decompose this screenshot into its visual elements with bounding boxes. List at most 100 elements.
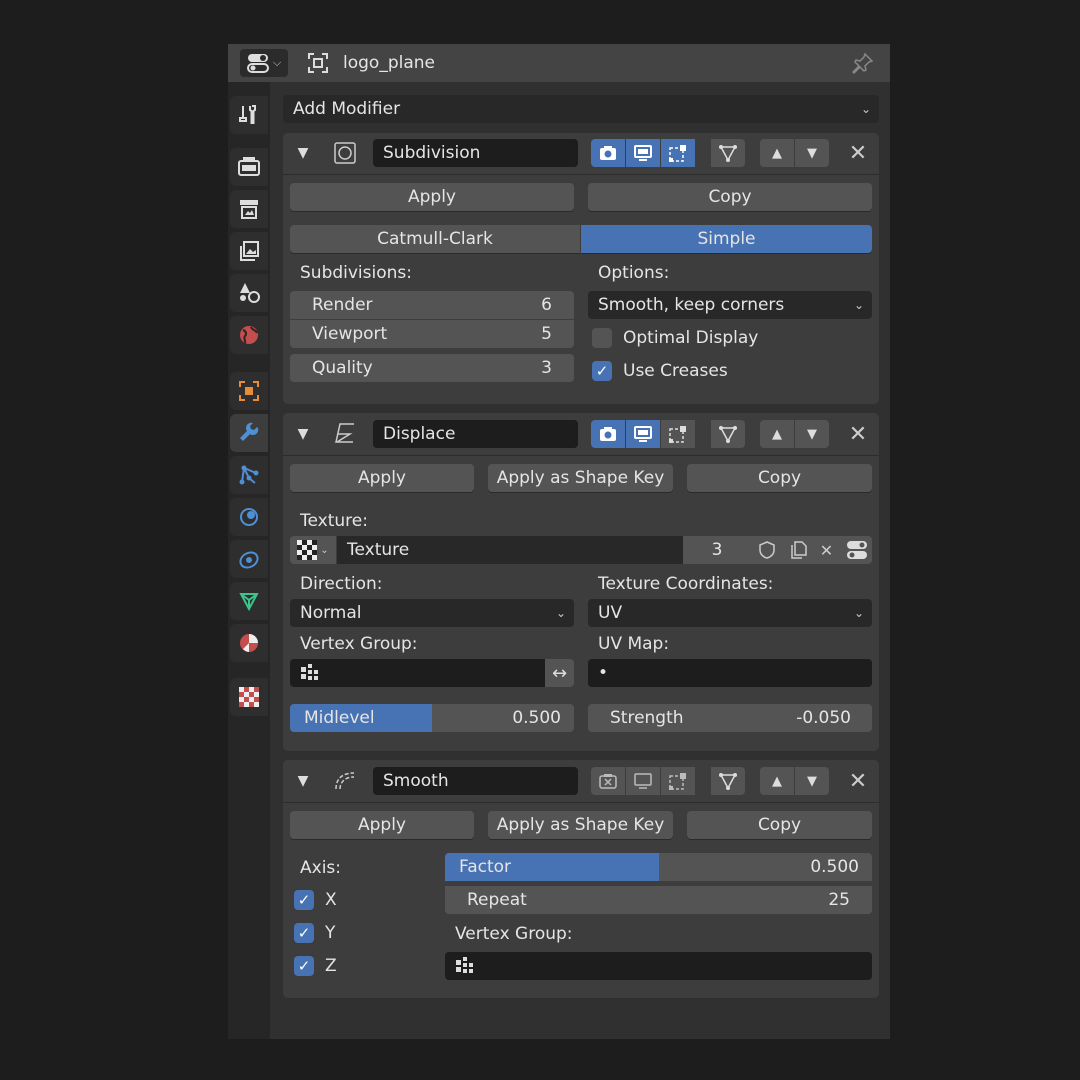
render-toggle[interactable] <box>591 420 625 448</box>
apply-button[interactable]: Apply <box>290 464 474 492</box>
tab-world[interactable] <box>230 316 268 354</box>
move-down-button[interactable]: ▼ <box>795 139 829 167</box>
render-toggle[interactable] <box>591 767 625 795</box>
midlevel-slider[interactable]: Midlevel 0.500 <box>290 704 574 732</box>
cage-toggle[interactable] <box>711 420 745 448</box>
editor-type-button[interactable]: ⌵ <box>240 49 288 77</box>
viewport-toggle[interactable] <box>626 420 660 448</box>
use-creases-label: Use Creases <box>623 361 728 381</box>
edit-mode-toggle[interactable] <box>661 420 695 448</box>
copy-button[interactable]: Copy <box>687 464 872 492</box>
texture-name-field[interactable]: Texture <box>337 536 683 564</box>
add-modifier-dropdown[interactable]: Add Modifier ⌄ <box>283 95 879 123</box>
strength-value: -0.050 <box>796 708 851 728</box>
texture-users-count[interactable]: 3 <box>683 536 751 564</box>
direction-dropdown[interactable]: Normal ⌄ <box>290 599 574 627</box>
axis-y-checkbox[interactable]: ✓ <box>294 923 314 943</box>
strength-field[interactable]: Strength -0.050 <box>588 704 872 732</box>
close-icon[interactable]: ✕ <box>847 769 869 794</box>
axis-z-checkbox[interactable]: ✓ <box>294 956 314 976</box>
texture-properties-button[interactable] <box>841 536 872 564</box>
edit-mode-toggle[interactable] <box>661 767 695 795</box>
viewport-toggle[interactable] <box>626 139 660 167</box>
collapse-arrow-icon[interactable]: ▼ <box>296 145 310 161</box>
options-label: Options: <box>598 263 670 283</box>
texture-coordinates-dropdown[interactable]: UV ⌄ <box>588 599 872 627</box>
tab-particles[interactable] <box>230 456 268 494</box>
move-down-button[interactable]: ▼ <box>795 420 829 448</box>
apply-button[interactable]: Apply <box>290 811 474 839</box>
new-texture-button[interactable] <box>783 536 812 564</box>
displace-modifier-icon <box>334 423 354 443</box>
cage-toggle[interactable] <box>711 767 745 795</box>
invert-vertex-group-button[interactable]: ↔ <box>545 659 574 687</box>
move-up-button[interactable]: ▲ <box>760 420 794 448</box>
simple-tab[interactable]: Simple <box>581 225 872 253</box>
pin-icon[interactable] <box>852 52 874 74</box>
uv-map-field[interactable]: • <box>588 659 872 687</box>
viewport-toggle[interactable] <box>626 767 660 795</box>
move-down-button[interactable]: ▼ <box>795 767 829 795</box>
camera-off-icon <box>599 774 617 789</box>
copy-button[interactable]: Copy <box>687 811 872 839</box>
render-levels-field[interactable]: Render 6 <box>290 291 574 319</box>
midlevel-label: Midlevel <box>304 708 375 728</box>
modifier-name-field[interactable]: Displace <box>373 420 578 448</box>
close-icon[interactable]: ✕ <box>847 141 869 166</box>
texture-coordinates-label: Texture Coordinates: <box>598 574 774 594</box>
arrow-up-icon: ▲ <box>772 426 782 442</box>
scene-icon <box>240 283 260 303</box>
apply-as-shape-key-button[interactable]: Apply as Shape Key <box>488 811 673 839</box>
catmull-clark-tab[interactable]: Catmull-Clark <box>290 225 580 253</box>
checkmark-icon: ✓ <box>297 891 311 909</box>
checker-texture-icon <box>297 540 318 560</box>
apply-button[interactable]: Apply <box>290 183 574 211</box>
move-up-button[interactable]: ▲ <box>760 767 794 795</box>
axis-x-checkbox[interactable]: ✓ <box>294 890 314 910</box>
optimal-display-checkbox[interactable] <box>592 328 612 348</box>
arrow-up-icon: ▲ <box>772 773 782 789</box>
checkmark-icon: ✓ <box>595 362 609 380</box>
unlink-texture-button[interactable]: ✕ <box>812 536 841 564</box>
vertex-group-field[interactable] <box>290 659 545 687</box>
vertex-group-field[interactable] <box>445 952 872 980</box>
cage-toggle[interactable] <box>711 139 745 167</box>
tab-tool[interactable] <box>230 96 268 134</box>
use-creases-checkbox[interactable]: ✓ <box>592 361 612 381</box>
viewport-levels-field[interactable]: Viewport 5 <box>290 320 574 348</box>
fake-user-button[interactable] <box>751 536 783 564</box>
view-layer-icon <box>240 241 259 261</box>
copy-button[interactable]: Copy <box>588 183 872 211</box>
uv-smooth-dropdown[interactable]: Smooth, keep corners ⌄ <box>588 291 872 319</box>
viewport-levels-label: Viewport <box>312 324 388 344</box>
tab-texture[interactable] <box>230 678 268 716</box>
tab-material[interactable] <box>230 624 268 662</box>
duplicate-icon <box>790 541 807 559</box>
edit-mode-toggle[interactable] <box>661 139 695 167</box>
close-icon[interactable]: ✕ <box>847 422 869 447</box>
tab-modifiers[interactable] <box>230 414 268 452</box>
tab-output[interactable] <box>230 190 268 228</box>
tab-render[interactable] <box>230 148 268 186</box>
tab-scene[interactable] <box>230 274 268 312</box>
repeat-value: 25 <box>828 890 850 910</box>
mesh-data-icon <box>239 593 259 612</box>
arrow-down-icon: ▼ <box>807 426 817 442</box>
factor-slider[interactable]: Factor 0.500 <box>445 853 872 881</box>
tab-physics[interactable] <box>230 498 268 536</box>
tab-constraints[interactable] <box>230 540 268 578</box>
collapse-arrow-icon[interactable]: ▼ <box>296 426 310 442</box>
render-toggle[interactable] <box>591 139 625 167</box>
tab-data[interactable] <box>230 582 268 620</box>
repeat-field[interactable]: Repeat 25 <box>445 886 872 914</box>
modifier-name-field[interactable]: Smooth <box>373 767 578 795</box>
tab-object[interactable] <box>230 372 268 410</box>
modifier-name-field[interactable]: Subdivision <box>373 139 578 167</box>
move-up-button[interactable]: ▲ <box>760 139 794 167</box>
texture-browse-button[interactable]: ⌄ <box>290 536 336 564</box>
collapse-arrow-icon[interactable]: ▼ <box>296 773 310 789</box>
apply-as-shape-key-button[interactable]: Apply as Shape Key <box>488 464 673 492</box>
axis-z-label: Z <box>325 956 337 976</box>
quality-field[interactable]: Quality 3 <box>290 354 574 382</box>
tab-view-layer[interactable] <box>230 232 268 270</box>
